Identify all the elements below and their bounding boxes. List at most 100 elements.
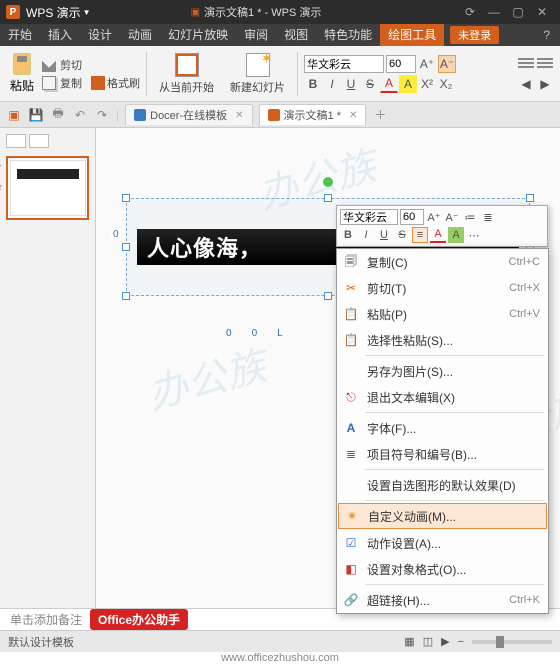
font-size-select[interactable]: [386, 55, 416, 73]
ctx-default-shape[interactable]: 设置自选图形的默认效果(D): [337, 472, 548, 498]
view-sorter[interactable]: ◫: [423, 635, 433, 648]
sync-icon[interactable]: ⟳: [458, 5, 482, 19]
indent-dec-button[interactable]: ◀: [517, 75, 535, 93]
resize-handle[interactable]: [122, 194, 130, 202]
ctx-action[interactable]: ☑动作设置(A)...: [337, 530, 548, 556]
app-menu-drop-icon[interactable]: ▼: [83, 8, 91, 17]
mini-highlight[interactable]: A: [448, 227, 464, 243]
qat-print[interactable]: 🖶: [50, 107, 66, 123]
thumb-view2[interactable]: [29, 134, 49, 148]
menu-review[interactable]: 审阅: [236, 24, 276, 46]
help-icon[interactable]: ?: [533, 28, 560, 42]
fontcolor-button[interactable]: A: [380, 75, 398, 93]
font-shrink-button[interactable]: A⁻: [438, 55, 456, 73]
font-grow-button[interactable]: A⁺: [418, 55, 436, 73]
resize-handle[interactable]: [122, 243, 130, 251]
ctx-cut[interactable]: ✂剪切(T)Ctrl+X: [337, 275, 548, 301]
ctx-bullets[interactable]: ≣项目符号和编号(B)...: [337, 441, 548, 467]
close-icon[interactable]: ✕: [235, 110, 243, 121]
resize-handle[interactable]: [324, 292, 332, 300]
italic-button[interactable]: I: [323, 75, 341, 93]
menu-drawtools[interactable]: 绘图工具: [380, 24, 444, 46]
bold-button[interactable]: B: [304, 75, 322, 93]
qat-redo[interactable]: ↷: [94, 107, 110, 123]
mini-font-name[interactable]: [340, 209, 398, 225]
mini-bold[interactable]: B: [340, 227, 356, 243]
zoom-slider[interactable]: [472, 640, 552, 644]
resize-handle[interactable]: [526, 194, 534, 202]
zoom-out[interactable]: −: [458, 636, 464, 648]
ctx-copy[interactable]: 🗐复制(C)Ctrl+C: [337, 249, 548, 275]
mini-strike[interactable]: S: [394, 227, 410, 243]
mini-bullets[interactable]: ≔: [462, 209, 478, 225]
login-button[interactable]: 未登录: [450, 26, 499, 44]
exit-icon: ⎋: [343, 389, 359, 405]
resize-handle[interactable]: [324, 194, 332, 202]
rotate-handle[interactable]: [323, 177, 333, 187]
strike-button[interactable]: S: [361, 75, 379, 93]
ctx-paste[interactable]: 📋粘贴(P)Ctrl+V: [337, 301, 548, 327]
qat-new[interactable]: ▣: [6, 107, 22, 123]
close-icon[interactable]: ✕: [349, 110, 357, 121]
underline-button[interactable]: U: [342, 75, 360, 93]
menu-animation[interactable]: 动画: [120, 24, 160, 46]
tab-docer[interactable]: Docer-在线模板 ✕: [125, 104, 252, 125]
subscript-button[interactable]: X₂: [437, 75, 455, 93]
paste-button[interactable]: 粘贴: [6, 51, 38, 96]
link-icon: 🔗: [343, 592, 359, 608]
tab-add[interactable]: ＋: [372, 107, 388, 123]
menu-home[interactable]: 开始: [0, 24, 40, 46]
font-name-select[interactable]: [304, 55, 384, 73]
mini-align[interactable]: ≡: [412, 227, 428, 243]
scissors-icon: [42, 58, 56, 72]
mini-font-grow[interactable]: A⁺: [426, 209, 442, 225]
ctx-format-object[interactable]: ◧设置对象格式(O)...: [337, 556, 548, 582]
menu-slideshow[interactable]: 幻灯片放映: [160, 24, 236, 46]
number-list-button[interactable]: [536, 55, 554, 73]
qat-save[interactable]: 💾: [28, 107, 44, 123]
view-normal[interactable]: ▦: [404, 635, 414, 648]
app-logo: P: [6, 5, 20, 19]
new-slide-button[interactable]: 新建幻灯片: [224, 51, 291, 97]
thumb-view1[interactable]: [6, 134, 26, 148]
from-current-button[interactable]: 从当前开始: [153, 51, 220, 97]
minimize-button[interactable]: —: [482, 5, 506, 19]
resize-handle[interactable]: [122, 292, 130, 300]
superscript-button[interactable]: X²: [418, 75, 436, 93]
dim-label: 0: [252, 328, 258, 339]
ctx-font[interactable]: A字体(F)...: [337, 415, 548, 441]
ctx-paste-special[interactable]: 📋选择性粘贴(S)...: [337, 327, 548, 353]
menu-features[interactable]: 特色功能: [316, 24, 380, 46]
mini-font-size[interactable]: [400, 209, 424, 225]
slide-thumbnail[interactable]: 1 ★: [6, 156, 89, 220]
copy-button[interactable]: 复制: [42, 75, 82, 91]
qat-undo[interactable]: ↶: [72, 107, 88, 123]
mini-more[interactable]: ⋯: [466, 227, 482, 243]
ctx-save-as-pic[interactable]: 另存为图片(S)...: [337, 358, 548, 384]
menu-insert[interactable]: 插入: [40, 24, 80, 46]
close-button[interactable]: ✕: [530, 5, 554, 19]
menu-design[interactable]: 设计: [80, 24, 120, 46]
list-icon: ≣: [343, 446, 359, 462]
cut-button[interactable]: 剪切: [42, 57, 140, 73]
mini-underline[interactable]: U: [376, 227, 392, 243]
format-painter-button[interactable]: 格式刷: [86, 75, 140, 91]
bullet-list-button[interactable]: [517, 55, 535, 73]
tab-doc[interactable]: 演示文稿1 * ✕: [259, 104, 367, 125]
mini-numbers[interactable]: ≣: [480, 209, 496, 225]
maximize-button[interactable]: ▢: [506, 5, 530, 19]
ctx-exit-text[interactable]: ⎋退出文本编辑(X): [337, 384, 548, 410]
ctx-hyperlink[interactable]: 🔗超链接(H)...Ctrl+K: [337, 587, 548, 613]
mini-italic[interactable]: I: [358, 227, 374, 243]
ctx-custom-animation[interactable]: ✷自定义动画(M)...: [338, 503, 547, 529]
mini-toolbar: A⁺ A⁻ ≔ ≣ B I U S ≡ A A ⋯: [336, 205, 548, 247]
indent-inc-button[interactable]: ▶: [536, 75, 554, 93]
notes-placeholder: 单击添加备注: [10, 611, 82, 628]
mini-fontcolor[interactable]: A: [430, 227, 446, 243]
mini-font-shrink[interactable]: A⁻: [444, 209, 460, 225]
view-slideshow[interactable]: ▶: [441, 635, 449, 648]
slide-thumb-pane: 1 ★: [0, 128, 96, 608]
highlight-button[interactable]: A: [399, 75, 417, 93]
paste-label: 粘贴: [10, 77, 34, 94]
menu-view[interactable]: 视图: [276, 24, 316, 46]
